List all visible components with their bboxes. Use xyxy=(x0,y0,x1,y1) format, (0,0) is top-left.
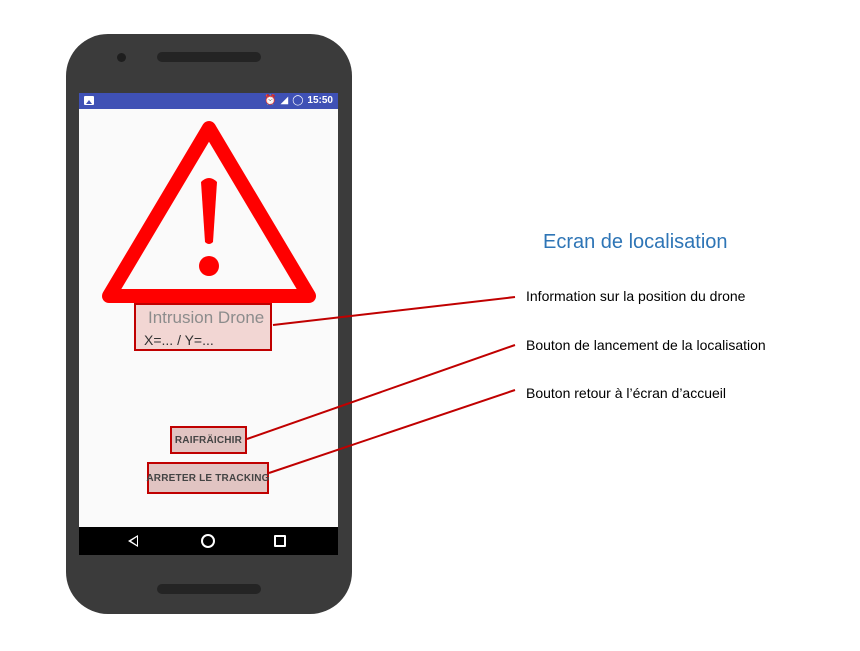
image-icon xyxy=(84,96,94,105)
callout-stop-button: Bouton retour à l’écran d’accueil xyxy=(526,385,727,401)
refresh-button[interactable]: RAIFRÄICHIR xyxy=(170,426,247,454)
warning-icon xyxy=(102,121,316,303)
back-icon[interactable] xyxy=(128,535,138,547)
position-coords: X=... / Y=... xyxy=(144,332,214,348)
status-icons: ⏰ ◢ ◯ 15:50 xyxy=(264,94,333,108)
status-time: 15:50 xyxy=(307,95,333,106)
camera-icon xyxy=(117,53,126,62)
callout-position-info: Information sur la position du drone xyxy=(526,288,746,304)
alert-title: Intrusion Drone xyxy=(148,308,265,327)
speaker-bottom xyxy=(157,584,261,594)
stop-tracking-button[interactable]: ARRETER LE TRACKING xyxy=(146,462,269,494)
signal-icon: ◢ xyxy=(280,95,289,106)
screen-title: Ecran de localisation xyxy=(543,231,728,253)
navigation-bar xyxy=(79,527,338,555)
sync-icon: ◯ xyxy=(292,95,304,106)
status-bar: ⏰ ◢ ◯ 15:50 xyxy=(79,93,338,109)
alarm-icon: ⏰ xyxy=(264,95,277,106)
speaker-top xyxy=(157,52,261,62)
phone-screen: ⏰ ◢ ◯ 15:50 Intrusion Drone X=... / Y=..… xyxy=(79,93,338,555)
drone-position-info: Intrusion Drone X=... / Y=... xyxy=(134,303,272,351)
home-icon[interactable] xyxy=(201,534,215,548)
recent-apps-icon[interactable] xyxy=(274,535,286,547)
callout-refresh-button: Bouton de lancement de la localisation xyxy=(526,337,766,353)
